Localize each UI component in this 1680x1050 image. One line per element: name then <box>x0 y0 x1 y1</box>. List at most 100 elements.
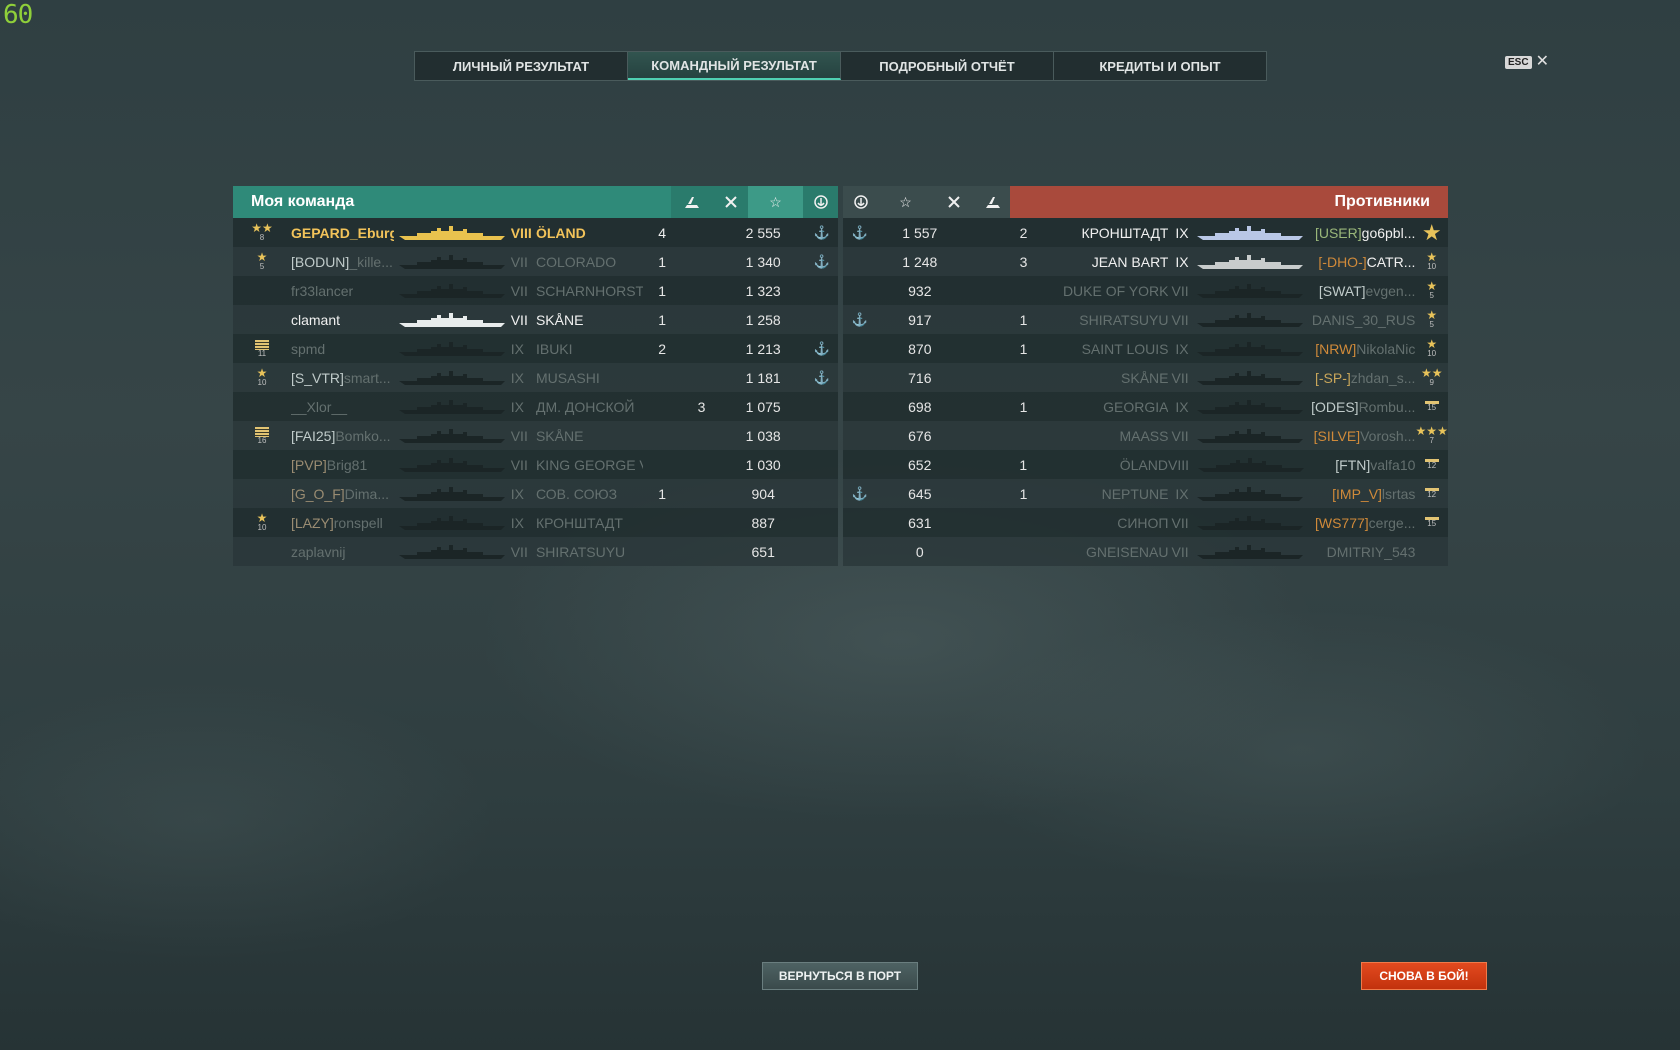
ship-image-cell <box>1193 247 1308 276</box>
ship-name: MUSASHI <box>535 369 600 386</box>
rank-medal-icon: ★ 10 <box>257 367 268 387</box>
player-row[interactable]: ★★ 8 GEPARD_Eburg VIII ÖLAND 4 2 555 ⚓ <box>233 218 838 247</box>
player-row[interactable]: 16 [FAI25]Bomko... VII SKÅNE 1 038 <box>233 421 838 450</box>
ship-tier: VII <box>510 282 528 299</box>
player-row[interactable]: 11 spmd IX IBUKI 2 1 213 ⚓ <box>233 334 838 363</box>
return-to-port-button[interactable]: ВЕРНУТЬСЯ В ПОРТ <box>762 962 918 990</box>
tab-personal-result[interactable]: ЛИЧНЫЙ РЕЗУЛЬТАТ <box>415 52 628 80</box>
clan-tag: [BODUN] <box>290 253 350 270</box>
base-xp: 2 555 <box>745 224 781 241</box>
tab-team-result[interactable]: КОМАНДНЫЙ РЕЗУЛЬТАТ <box>628 52 841 80</box>
player-row[interactable]: 631 СИНОП VII [WS777]cerge... 15 <box>843 508 1448 537</box>
player-row[interactable]: fr33lancer VII SCHARNHORST 1 1 323 <box>233 276 838 305</box>
player-name-cell: [WS777]cerge... <box>1308 515 1415 531</box>
base-capture-icon: ⚓ <box>813 253 830 269</box>
player-row[interactable]: 932 DUKE OF YORK VII [SWAT]evgen... ★ 5 <box>843 276 1448 305</box>
ship-tier: VII <box>510 253 528 270</box>
player-name-cell: spmd <box>291 341 394 357</box>
player-row[interactable]: ★ 5 [BODUN]_kille... VII COLORADO 1 1 340 ⚓ <box>233 247 838 276</box>
ship-image-cell <box>1193 334 1308 363</box>
base-capture-icon <box>803 186 838 218</box>
player-row[interactable]: 716 SKÅNE VII [-SP-]zhdan_s... ★★ 9 <box>843 363 1448 392</box>
player-name: smart... <box>343 369 391 386</box>
capture-cell: ⚓ <box>843 305 877 334</box>
player-row[interactable]: 1 248 3 JEAN BART IX [-DHO-]CATR... ★ 10 <box>843 247 1448 276</box>
ships-destroyed: 1 <box>658 253 667 270</box>
ship-image-cell <box>1193 537 1308 566</box>
rank-level: 16 <box>257 435 267 445</box>
player-row[interactable]: ⚓ 1 557 2 КРОНШТАДТ IX [USER]go6pbl... ★ <box>843 218 1448 247</box>
base-xp: 0 <box>915 543 924 560</box>
ship-image-cell <box>394 421 511 450</box>
ship-silhouette-icon <box>1197 370 1304 385</box>
ship-silhouette-icon <box>1197 544 1304 559</box>
capture-cell: ⚓ <box>843 479 877 508</box>
base-xp: 698 <box>908 398 932 415</box>
capture-cell <box>843 421 877 450</box>
rank-medal-icon: ★★ 8 <box>251 222 273 242</box>
ship-name: КРОНШТАДТ <box>1081 224 1169 241</box>
player-row[interactable]: 0 GNEISENAU VII DMITRIY_543 <box>843 537 1448 566</box>
rank-level: 5 <box>1429 320 1434 329</box>
ship-name: SHIRATSUYU <box>1079 311 1169 328</box>
ship-name: SKÅNE <box>535 427 584 444</box>
player-row[interactable]: 676 MAASS VII [SILVE]Vorosh... ★★★ 7 <box>843 421 1448 450</box>
player-name: CATR... <box>1366 253 1416 270</box>
rank-medal-icon: ★ 5 <box>257 251 268 271</box>
medal-cell: ★ 5 <box>233 247 291 276</box>
player-name-cell: [SILVE]Vorosh... <box>1308 428 1416 444</box>
player-row[interactable]: [PVP]Brig81 VII KING GEORGE V 1 030 <box>233 450 838 479</box>
clan-tag: [-DHO-] <box>1318 253 1367 270</box>
player-name: Brig81 <box>326 456 368 473</box>
medal-cell: ★★★ 7 <box>1415 421 1448 450</box>
capture-cell: ⚓ <box>805 247 838 276</box>
player-row[interactable]: ⚓ 917 1 SHIRATSUYU VII DANIS_30_RUS ★ 5 <box>843 305 1448 334</box>
medal-cell: 11 <box>233 334 291 363</box>
player-row[interactable]: zaplavnij VII SHIRATSUYU 651 <box>233 537 838 566</box>
ship-silhouette-icon <box>399 283 506 298</box>
capture-cell <box>805 508 838 537</box>
close-button[interactable]: ESC ✕ <box>1505 54 1549 70</box>
rank-level: 7 <box>1429 436 1434 445</box>
player-row[interactable]: ★ 10 [LAZY]ronspell IX КРОНШТАДТ 887 <box>233 508 838 537</box>
clan-tag: [SWAT] <box>1318 282 1366 299</box>
capture-cell <box>805 305 838 334</box>
player-name: GEPARD_Eburg <box>290 224 394 241</box>
ship-image-cell <box>1193 508 1308 537</box>
xp-star-icon: ☆ <box>899 193 912 210</box>
ship-image-cell <box>394 218 511 247</box>
ship-kill-icon <box>671 186 713 218</box>
capture-cell <box>843 276 877 305</box>
player-row[interactable]: 652 1 ÖLAND VIII [FTN]valfa10 12 <box>843 450 1448 479</box>
enemy-team-list: ⚓ 1 557 2 КРОНШТАДТ IX [USER]go6pbl... ★ 1 248 3… <box>843 218 1448 566</box>
rank-level: 10 <box>257 378 267 387</box>
player-name-cell: [USER]go6pbl... <box>1308 225 1415 241</box>
battle-again-button[interactable]: СНОВА В БОЙ! <box>1361 962 1487 990</box>
player-row[interactable]: clamant VII SKÅNE 1 1 258 <box>233 305 838 334</box>
ship-image-cell <box>1193 421 1308 450</box>
base-capture-icon: ⚓ <box>851 224 868 240</box>
player-row[interactable]: ★ 10 [S_VTR]smart... IX MUSASHI 1 181 ⚓ <box>233 363 838 392</box>
ship-name: SKÅNE <box>535 311 584 328</box>
ship-name: КРОНШТАДТ <box>535 514 623 531</box>
player-row[interactable]: 698 1 GEORGIA IX [ODES]Rombu... 15 <box>843 392 1448 421</box>
rank-level: 12 <box>1427 461 1437 470</box>
player-row[interactable]: __Xlor__ IX ДМ. ДОНСКОЙ 3 1 075 <box>233 392 838 421</box>
rank-medal-icon: ★ 5 <box>1426 309 1437 329</box>
player-row[interactable]: 870 1 SAINT LOUIS IX [NRW]NikolaNic ★ 10 <box>843 334 1448 363</box>
esc-key-label: ESC <box>1505 55 1532 69</box>
ship-name: MAASS <box>1119 427 1169 444</box>
medal-cell: ★ 5 <box>1415 305 1448 334</box>
ship-tier: VII <box>1171 543 1189 560</box>
player-row[interactable]: [G_O_F]Dima... IX СОВ. СОЮЗ 1 904 <box>233 479 838 508</box>
ship-tier: IX <box>510 485 524 502</box>
ships-destroyed: 1 <box>658 485 667 502</box>
player-row[interactable]: ⚓ 645 1 NEPTUNE IX [IMP_V]lsrtas 12 <box>843 479 1448 508</box>
base-xp: 645 <box>908 485 932 502</box>
rank-level: 15 <box>1427 403 1437 412</box>
player-name-cell: [FTN]valfa10 <box>1308 457 1415 473</box>
tab-detailed-report[interactable]: ПОДРОБНЫЙ ОТЧЁТ <box>841 52 1054 80</box>
ship-name: IBUKI <box>535 340 573 357</box>
base-xp: 1 038 <box>745 427 781 444</box>
tab-credits-xp[interactable]: КРЕДИТЫ И ОПЫТ <box>1054 52 1266 80</box>
